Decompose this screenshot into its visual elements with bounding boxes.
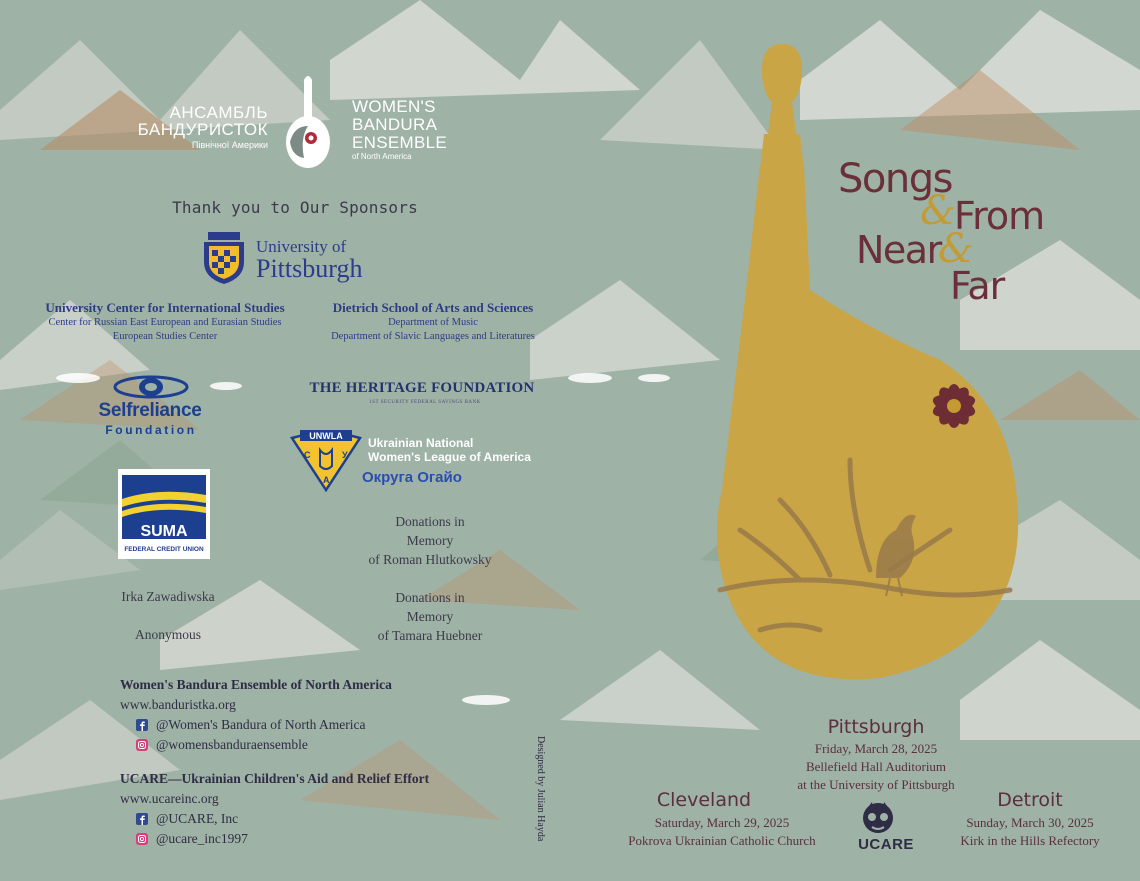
- donation-roman-l3: of Roman Hlutkowsky: [368, 552, 492, 567]
- ucare-contact-block: UCARE—Ukrainian Children's Aid and Relie…: [120, 771, 429, 847]
- ucis-sub2: European Studies Center: [112, 331, 218, 342]
- dsas-sub2: Department of Slavic Languages and Liter…: [331, 331, 535, 342]
- title-near: Near: [856, 228, 942, 272]
- flower-icon: [932, 384, 976, 428]
- facebook-icon: [136, 813, 148, 825]
- detroit-venue: Kirk in the Hills Refectory: [960, 833, 1100, 848]
- ucis-sub1: Center for Russian East European and Eur…: [48, 317, 282, 328]
- svg-text:А: А: [323, 475, 330, 485]
- unwla-line2: Women's League of America: [368, 450, 531, 464]
- ucare-url[interactable]: www.ucareinc.org: [120, 791, 429, 807]
- pittsburgh-city: Pittsburgh: [827, 716, 925, 738]
- donation-roman: Donations in Memory of Roman Hlutkowsky: [330, 512, 530, 569]
- title-far: Far: [950, 264, 1005, 308]
- pitt-wordmark: University of Pittsburgh: [256, 238, 362, 282]
- heritage-name: THE HERITAGE FOUNDATION: [309, 380, 535, 396]
- bandura-illustration: [716, 44, 1019, 680]
- ucare-instagram-row[interactable]: @ucare_inc1997: [120, 831, 429, 847]
- heritage-sub: 1ST SECURITY FEDERAL SAVINGS BANK: [369, 400, 481, 405]
- ensemble-logo-english: WOMEN'S BANDURA ENSEMBLE of North Americ…: [352, 97, 472, 162]
- svg-text:С: С: [304, 450, 311, 460]
- ucare-emblem-icon: [863, 802, 893, 833]
- cleveland-city: Cleveland: [656, 789, 752, 811]
- title-from: From: [954, 194, 1045, 238]
- wbe-instagram-row[interactable]: @womensbanduraensemble: [120, 737, 392, 753]
- designer-credit: Designed by Julian Hayda: [535, 736, 546, 842]
- cleveland-date: Saturday, March 29, 2025: [654, 815, 790, 830]
- sponsor-irka: Irka Zawadiwska: [121, 589, 215, 604]
- svg-text:UNWLA: UNWLA: [309, 431, 343, 441]
- svg-text:FEDERAL CREDIT UNION: FEDERAL CREDIT UNION: [124, 546, 204, 553]
- ucare-logo-word: UCARE: [858, 836, 914, 853]
- unwla-emblem-icon: UNWLA С У А: [290, 430, 362, 492]
- ensemble-eng-line2: BANDURA: [352, 115, 438, 134]
- ensemble-ukr-line3: Північної Америки: [191, 140, 268, 150]
- instagram-icon: [136, 833, 148, 845]
- donation-tamara-l2: Memory: [406, 609, 454, 624]
- svg-text:SUMA: SUMA: [140, 523, 188, 540]
- ensemble-ukr-line2: БАНДУРИСТОК: [137, 120, 268, 139]
- dsas-name: Dietrich School of Arts and Sciences: [332, 300, 534, 315]
- ucare-facebook: @UCARE, Inc: [156, 811, 239, 826]
- ucare-heading: UCARE—Ukrainian Children's Aid and Relie…: [120, 771, 430, 786]
- wbe-facebook: @Women's Bandura of North America: [156, 717, 366, 732]
- pitt-line2: Pittsburgh: [256, 254, 363, 283]
- pittsburgh-date: Friday, March 28, 2025: [814, 741, 938, 756]
- ucare-facebook-row[interactable]: @UCARE, Inc: [120, 811, 429, 827]
- wbe-instagram: @womensbanduraensemble: [156, 737, 308, 752]
- ensemble-eng-line4: of North America: [352, 152, 412, 161]
- selfreliance-sub: Foundation: [105, 423, 197, 437]
- detroit-details: Sunday, March 30, 2025 Kirk in the Hills…: [940, 814, 1120, 850]
- ensemble-eng-line3: ENSEMBLE: [352, 133, 447, 152]
- instagram-icon: [136, 739, 148, 751]
- wbe-url[interactable]: www.banduristka.org: [120, 697, 392, 713]
- ucare-instagram: @ucare_inc1997: [156, 831, 248, 846]
- wbe-facebook-row[interactable]: @Women's Bandura of North America: [120, 717, 392, 733]
- pittsburgh-venue1: Bellefield Hall Auditorium: [805, 759, 947, 774]
- ensemble-logo-ukrainian: АНСАМБЛЬ БАНДУРИСТОК Північної Америки: [120, 104, 268, 150]
- ensemble-eng-line1: WOMEN'S: [352, 97, 436, 116]
- bandura-woman-emblem-icon: [286, 76, 330, 168]
- detroit-city: Detroit: [997, 789, 1063, 811]
- detroit-date: Sunday, March 30, 2025: [966, 815, 1094, 830]
- ensemble-ukr-line1: АНСАМБЛЬ: [169, 103, 268, 122]
- svg-text:У: У: [342, 450, 348, 460]
- wbe-contact-block: Women's Bandura Ensemble of North Americ…: [120, 677, 392, 753]
- ucis-name: University Center for International Stud…: [45, 300, 285, 315]
- pitt-crest-icon: [204, 232, 244, 284]
- donation-roman-l2: Memory: [406, 533, 454, 548]
- sponsors-heading: Thank you to Our Sponsors: [172, 198, 418, 217]
- dsas-sub1: Department of Music: [388, 317, 478, 328]
- unwla-line1: Ukrainian National: [368, 436, 474, 450]
- cleveland-details: Saturday, March 29, 2025 Pokrova Ukraini…: [616, 814, 828, 850]
- selfreliance-name: Selfreliance: [98, 400, 202, 421]
- donation-tamara-l3: of Tamara Huebner: [377, 628, 483, 643]
- wbe-heading: Women's Bandura Ensemble of North Americ…: [120, 677, 392, 692]
- unwla-region: Округа Огайо: [362, 469, 462, 486]
- selfreliance-emblem-icon: [113, 375, 189, 399]
- donation-tamara: Donations in Memory of Tamara Huebner: [330, 588, 530, 645]
- ucis-block: University Center for International Stud…: [20, 300, 310, 344]
- donation-roman-l1: Donations in: [395, 514, 465, 529]
- suma-logo: SUMA FEDERAL CREDIT UNION: [118, 469, 210, 559]
- donation-tamara-l1: Donations in: [395, 590, 465, 605]
- sponsor-anonymous: Anonymous: [134, 627, 201, 642]
- unwla-name: Ukrainian National Women's League of Ame…: [368, 436, 531, 464]
- pittsburgh-details: Friday, March 28, 2025 Bellefield Hall A…: [760, 740, 992, 794]
- facebook-icon: [136, 719, 148, 731]
- cleveland-venue: Pokrova Ukrainian Catholic Church: [628, 833, 816, 848]
- title-songs: Songs: [838, 156, 953, 202]
- dsas-block: Dietrich School of Arts and Sciences Dep…: [312, 300, 554, 344]
